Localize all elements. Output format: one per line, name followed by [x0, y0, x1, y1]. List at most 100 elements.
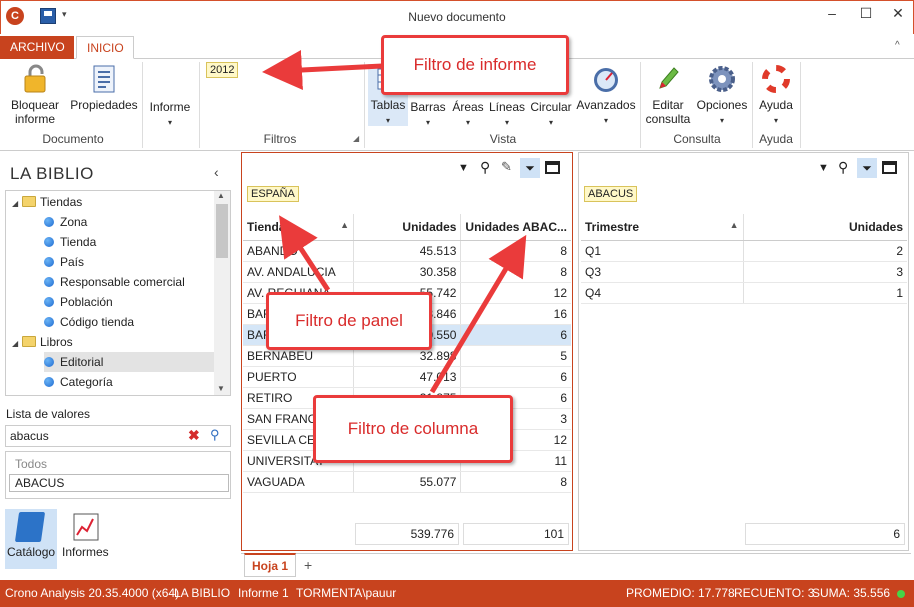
values-search-input[interactable]: abacus — [10, 429, 49, 443]
expand-icon[interactable]: ◢ — [12, 334, 22, 354]
col-tienda[interactable]: Tienda ▲ — [243, 214, 355, 241]
panel2-filter-chip[interactable]: ABACUS — [584, 186, 638, 202]
tree-label: Editorial — [60, 355, 104, 369]
areas-button[interactable]: Áreas ▾ — [450, 100, 486, 130]
lineas-button[interactable]: Líneas ▾ — [488, 100, 526, 130]
minimize-button[interactable]: ‒ — [817, 4, 847, 24]
bloquear-informe-button[interactable]: Bloquear informe — [6, 64, 64, 126]
panel1-filter-icon[interactable]: ⏷ — [520, 158, 540, 178]
informes-button[interactable]: Informes — [62, 545, 109, 559]
panel2-table: Trimestre ▲ Unidades Q1 2 Q3 3 Q4 1 — [581, 214, 907, 304]
maximize-button[interactable]: ☐ — [851, 4, 881, 24]
circular-button[interactable]: Circular ▾ — [528, 100, 574, 130]
informe-dropdown[interactable]: Informe ▾ — [146, 100, 194, 130]
col-unidades-2[interactable]: Unidades — [743, 214, 907, 241]
tree-item[interactable]: Población — [44, 292, 113, 312]
value-item-abacus[interactable]: ABACUS — [9, 474, 229, 492]
tree-item[interactable]: Tienda — [44, 232, 96, 252]
search-icon[interactable]: ⚲ — [210, 427, 220, 443]
window-title: Nuevo documento — [408, 10, 506, 24]
report-filter-chip[interactable]: 2012 — [206, 62, 239, 78]
opciones-button[interactable]: Opciones ▾ — [694, 64, 750, 128]
panel2-filter-icon[interactable]: ⏷ — [857, 158, 877, 178]
value-item-todos[interactable]: Todos — [15, 457, 47, 471]
status-promedio: PROMEDIO: 17.778 — [626, 586, 735, 600]
table-cell: 55.077 — [353, 471, 462, 493]
informe-label: Informe — [149, 100, 191, 114]
ribbon-separator — [640, 62, 641, 148]
table-row[interactable]: PUERTO 47.013 6 — [243, 366, 571, 388]
propiedades-button[interactable]: Propiedades — [68, 64, 140, 112]
table-row[interactable]: AV. ANDALUCIA 30.358 8 — [243, 261, 571, 283]
propiedades-label: Propiedades — [70, 98, 138, 112]
circular-label: Circular — [530, 100, 572, 114]
table-cell: 45.513 — [353, 240, 462, 262]
tree-scroll-thumb[interactable] — [216, 204, 228, 258]
scroll-up-icon[interactable]: ▲ — [217, 191, 225, 200]
ayuda-button[interactable]: Ayuda ▾ — [754, 64, 798, 128]
tab-archivo[interactable]: ARCHIVO — [0, 36, 74, 59]
panel2-maximize-icon[interactable] — [882, 161, 897, 174]
panel1-maximize-icon[interactable] — [545, 161, 560, 174]
library-title: LA BIBLIO — [10, 164, 94, 183]
tree-item[interactable]: Editorial — [44, 352, 214, 372]
col-unidades-abacus[interactable]: Unidades ABAC... — [460, 214, 571, 241]
table-cell: 3 — [743, 261, 907, 283]
table-row[interactable]: VAGUADA 55.077 8 — [243, 471, 571, 493]
status-biblio: LA BIBLIO — [174, 586, 231, 600]
tree-item[interactable]: País — [44, 252, 84, 272]
attribute-icon — [44, 217, 54, 227]
table-row[interactable]: Q4 1 — [581, 282, 907, 304]
tree-label: Categoría — [60, 375, 113, 389]
expand-icon[interactable]: ◢ — [12, 194, 22, 214]
total-unidades: 539.776 — [355, 523, 459, 545]
add-sheet-button[interactable]: + — [304, 557, 312, 573]
status-ok-icon — [897, 590, 905, 598]
avanzados-button[interactable]: Avanzados ▾ — [574, 64, 638, 128]
tree-item[interactable]: Responsable comercial — [44, 272, 185, 292]
tree-item[interactable]: Código tienda — [44, 312, 134, 332]
scroll-down-icon[interactable]: ▼ — [217, 384, 225, 393]
catalogo-label: Catálogo — [7, 545, 56, 559]
collapse-ribbon-icon[interactable]: ^ — [895, 40, 900, 51]
lineas-label: Líneas — [488, 100, 526, 114]
chevron-down-icon: ▾ — [504, 118, 509, 127]
gear-icon — [709, 66, 735, 92]
group-documento: Documento — [42, 132, 104, 146]
status-recuento: RECUENTO: 3 — [734, 586, 815, 600]
col-unidades[interactable]: Unidades — [353, 214, 462, 241]
panel1-dropdown-icon[interactable]: ▼ — [458, 162, 469, 174]
col-trimestre[interactable]: Trimestre ▲ — [581, 214, 744, 241]
close-button[interactable]: ✕ — [883, 4, 913, 24]
collapse-pane-icon[interactable]: ‹ — [214, 164, 219, 180]
panel1-eraser-icon[interactable]: ✎ — [501, 159, 512, 175]
sort-asc-icon: ▲ — [340, 219, 350, 230]
panel2-search-icon[interactable]: ⚲ — [838, 159, 848, 176]
tree-item[interactable]: Categoría — [44, 372, 113, 392]
editar-consulta-button[interactable]: Editar consulta — [644, 64, 692, 126]
attribute-icon — [44, 257, 54, 267]
panel-filter-chip[interactable]: ESPAÑA — [247, 186, 299, 202]
clear-search-icon[interactable]: ✖ — [188, 427, 200, 444]
table-row[interactable]: ABANDO 45.513 8 — [243, 240, 571, 262]
tree-folder[interactable]: ◢ Libros — [12, 332, 73, 352]
sheet-tab-hoja1[interactable]: Hoja 1 — [244, 553, 296, 577]
sort-asc-icon: ▲ — [729, 219, 739, 230]
folder-icon — [22, 336, 36, 347]
tree-item[interactable]: Zona — [44, 212, 87, 232]
tree-label: Responsable comercial — [60, 275, 185, 289]
barras-button[interactable]: Barras ▾ — [408, 100, 448, 130]
dialog-launcher-icon[interactable]: ◢ — [353, 134, 359, 143]
tree-folder[interactable]: ◢ Tiendas — [12, 192, 82, 212]
tab-inicio[interactable]: INICIO — [76, 36, 134, 59]
status-informe: Informe 1 — [238, 586, 289, 600]
panel1-search-icon[interactable]: ⚲ — [480, 159, 490, 176]
table-cell: AV. ANDALUCIA — [243, 261, 355, 283]
editar-label-1: Editar — [652, 98, 684, 112]
table-cell: 6 — [460, 324, 571, 346]
panel2-dropdown-icon[interactable]: ▼ — [818, 162, 829, 174]
table-row[interactable]: Q1 2 — [581, 240, 907, 262]
values-list-label: Lista de valores — [6, 407, 91, 421]
table-row[interactable]: Q3 3 — [581, 261, 907, 283]
properties-icon — [93, 65, 115, 93]
